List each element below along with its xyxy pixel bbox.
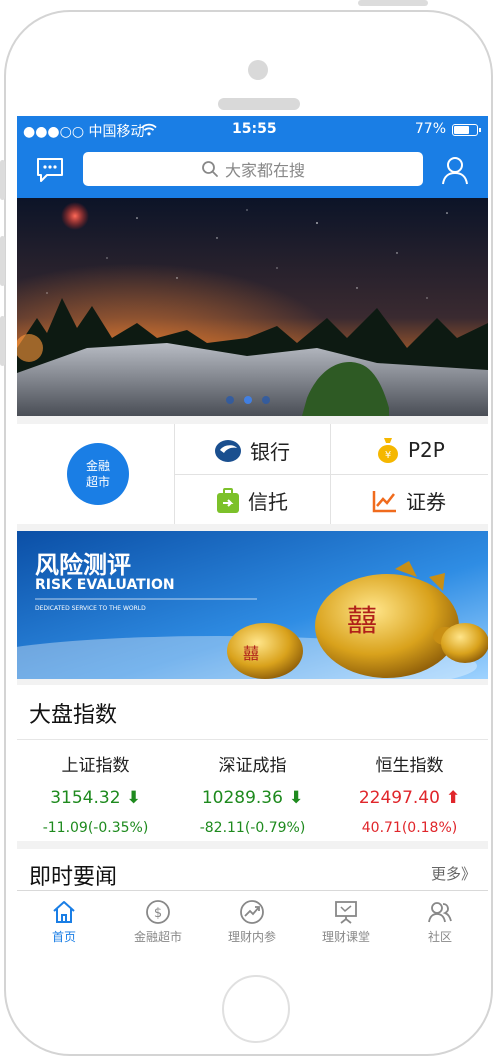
clock: 15:55 [232, 121, 277, 137]
index-name: 上证指数 [61, 756, 130, 776]
carousel-dot[interactable] [262, 396, 270, 404]
night-sky-photo [17, 198, 488, 416]
hero-carousel[interactable] [17, 198, 488, 416]
index-value: 22497.40 [358, 788, 440, 808]
bottom-tab-bar: 首页 $ 金融超市 理财内参 理财课堂 社区 [17, 890, 488, 948]
front-camera [248, 60, 268, 80]
tab-financial-market-label: 金融超市 [133, 930, 182, 944]
battery-level [454, 126, 469, 134]
category-p2p-label: P2P [408, 438, 445, 462]
svg-text:¥: ¥ [385, 450, 391, 461]
tab-home-label: 首页 [51, 930, 76, 944]
carrier-label: ●●●○○ 中国移动 [23, 124, 145, 140]
category-grid: 金融 超市 银行 ¥ P2P 信托 证券 [17, 424, 488, 524]
arrow-down-icon: ⬇ [288, 788, 304, 808]
index-name: 深证成指 [218, 756, 287, 776]
wifi-icon [141, 123, 157, 136]
tab-financial-market[interactable]: $ 金融超市 [111, 891, 205, 948]
index-change: 40.71(0.18%) [361, 820, 458, 836]
carousel-dot[interactable] [244, 396, 252, 404]
search-placeholder: 大家都在搜 [224, 161, 305, 180]
risk-banner-tagline: DEDICATED SERVICE TO THE WORLD [35, 605, 146, 612]
tab-community[interactable]: 社区 [393, 891, 487, 948]
risk-evaluation-banner[interactable]: 囍 囍 风险测评 RISK EVALUATION DEDICATED SERVI… [17, 531, 488, 679]
news-title: 即时要闻 [29, 865, 118, 890]
category-trust[interactable]: 信托 [216, 486, 288, 515]
category-trust-label: 信托 [248, 490, 288, 514]
index-column[interactable]: 上证指数 3154.32 ⬇ -11.09(-0.35%) [17, 751, 174, 836]
tab-community-label: 社区 [427, 930, 452, 944]
side-button [0, 236, 5, 286]
index-column[interactable]: 深证成指 10289.36 ⬇ -82.11(-0.79%) [174, 751, 331, 836]
financial-market-button[interactable]: 金融 超市 [67, 443, 129, 505]
home-icon [53, 901, 75, 923]
presentation-icon [335, 901, 357, 924]
battery-percent: 77% [414, 121, 446, 137]
index-value: 10289.36 [201, 788, 283, 808]
risk-banner-title: 风险测评 [35, 551, 131, 579]
svg-text:囍: 囍 [347, 604, 377, 639]
community-icon [428, 902, 452, 923]
svg-text:$: $ [154, 906, 162, 921]
index-name: 恒生指数 [375, 756, 444, 776]
tab-insights[interactable]: 理财内参 [205, 891, 299, 948]
tab-insights-label: 理财内参 [227, 930, 276, 944]
category-bank-label: 银行 [250, 440, 290, 464]
tab-classroom[interactable]: 理财课堂 [299, 891, 393, 948]
earpiece-speaker [218, 98, 300, 110]
category-securities-label: 证券 [406, 490, 446, 514]
search-icon [202, 161, 218, 177]
news-more-link[interactable]: 更多》 [431, 863, 476, 884]
money-bag-icon: ¥ [378, 438, 398, 463]
market-index-title: 大盘指数 [29, 703, 118, 728]
category-bank[interactable]: 银行 [214, 436, 290, 465]
financial-market-label-2: 超市 [85, 475, 110, 489]
arrow-up-icon: ⬆ [445, 788, 461, 808]
app-screen: ●●●○○ 中国移动 15:55 77% 大家都在搜 金融 超市 银行 ¥ P2… [17, 116, 488, 948]
financial-market-label-1: 金融 [85, 459, 110, 473]
market-index-section: 大盘指数 上证指数 3154.32 ⬇ -11.09(-0.35%) 深证成指 10289… [17, 685, 488, 841]
category-securities[interactable]: 证券 [372, 486, 446, 515]
home-button[interactable] [222, 975, 290, 1043]
trust-icon [217, 487, 239, 513]
chat-icon[interactable] [35, 156, 65, 184]
tab-classroom-label: 理财课堂 [321, 930, 370, 944]
svg-text:囍: 囍 [243, 644, 259, 663]
battery-icon [452, 124, 481, 136]
index-change: -82.11(-0.79%) [199, 820, 306, 836]
arrow-down-icon: ⬇ [126, 788, 141, 808]
side-button [0, 316, 5, 366]
top-nav-bar: 大家都在搜 [17, 144, 488, 198]
index-change: -11.09(-0.35%) [42, 820, 149, 836]
dollar-icon: $ [146, 900, 170, 924]
category-p2p[interactable]: ¥ P2P [376, 436, 445, 464]
tab-home[interactable]: 首页 [17, 891, 111, 948]
search-bar[interactable]: 大家都在搜 [83, 152, 423, 186]
carousel-indicators [226, 396, 270, 404]
bank-icon [215, 439, 241, 462]
power-button [358, 0, 428, 6]
user-icon[interactable] [441, 156, 469, 186]
risk-banner-subtitle: RISK EVALUATION [35, 577, 175, 593]
status-bar: ●●●○○ 中国移动 15:55 77% [17, 116, 488, 144]
index-value: 3154.32 [50, 788, 121, 808]
side-button [0, 160, 5, 200]
index-value-row: 22497.40 ⬆ [331, 788, 488, 808]
index-column[interactable]: 恒生指数 22497.40 ⬆ 40.71(0.18%) [331, 751, 488, 836]
index-value-row: 3154.32 ⬇ [17, 788, 174, 808]
index-value-row: 10289.36 ⬇ [174, 788, 331, 808]
trend-icon [240, 900, 264, 924]
chart-icon [372, 490, 396, 512]
carousel-dot[interactable] [226, 396, 234, 404]
